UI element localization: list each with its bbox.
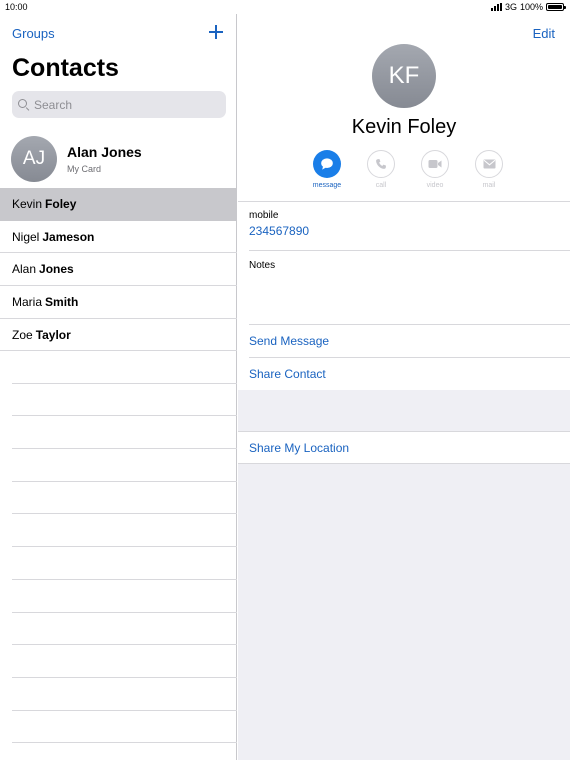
contact-detail: Edit KF Kevin Foley message call video m…: [238, 14, 570, 760]
divider: [249, 250, 570, 251]
contact-fields: mobile 234567890 Notes Send Message Shar…: [238, 202, 570, 390]
contacts-sidebar: Groups Contacts AJ Alan Jones My Card Ke…: [0, 14, 237, 760]
contact-row[interactable]: Maria Smith: [0, 286, 237, 319]
video-button[interactable]: video: [410, 150, 460, 189]
search-input[interactable]: [34, 97, 214, 112]
contact-last-name: Foley: [45, 196, 77, 211]
contact-row[interactable]: Zoe Taylor: [0, 319, 237, 352]
message-icon: [313, 150, 341, 178]
message-button[interactable]: message: [302, 150, 352, 189]
status-bar: 10:00 3G 100%: [0, 0, 570, 14]
contact-list: Kevin Foley Nigel Jameson Alan Jones Mar…: [0, 188, 237, 352]
notes-field[interactable]: [249, 274, 559, 314]
mail-label: mail: [482, 182, 496, 189]
contact-last-name: Jameson: [42, 229, 95, 244]
phone-icon: [367, 150, 395, 178]
divider: [249, 324, 570, 325]
avatar: AJ: [11, 136, 57, 182]
contact-first-name: Kevin: [12, 196, 43, 211]
signal-icon: [490, 3, 502, 11]
send-message-button[interactable]: Send Message: [249, 334, 329, 348]
share-location-button[interactable]: Share My Location: [238, 431, 570, 464]
video-icon: [421, 150, 449, 178]
avatar: KF: [372, 44, 436, 108]
my-card[interactable]: AJ Alan Jones My Card: [0, 132, 237, 188]
contact-row[interactable]: Alan Jones: [0, 253, 237, 287]
call-label: call: [375, 182, 387, 189]
message-label: message: [312, 182, 342, 189]
contact-name: Kevin Foley: [351, 116, 457, 138]
edit-button[interactable]: Edit: [533, 26, 555, 41]
contact-first-name: Alan: [12, 262, 37, 277]
contact-first-name: Zoe: [12, 327, 33, 342]
groups-button[interactable]: Groups: [12, 26, 55, 41]
contact-row[interactable]: Kevin Foley: [0, 188, 237, 221]
contact-first-name: Nigel: [12, 229, 40, 244]
contact-last-name: Jones: [39, 262, 74, 277]
contact-last-name: Smith: [45, 294, 79, 309]
my-card-name: Alan Jones: [67, 144, 142, 160]
my-card-subtitle: My Card: [67, 164, 102, 174]
add-contact-button[interactable]: [207, 23, 225, 41]
notes-label: Notes: [249, 260, 276, 271]
contact-row[interactable]: Nigel Jameson: [0, 221, 237, 254]
contact-first-name: Maria: [12, 294, 43, 309]
call-button[interactable]: call: [356, 150, 406, 189]
search-bar[interactable]: [12, 91, 226, 118]
phone-field[interactable]: mobile 234567890: [249, 210, 309, 238]
share-contact-button[interactable]: Share Contact: [249, 367, 326, 381]
phone-number[interactable]: 234567890: [249, 224, 309, 238]
video-label: video: [426, 182, 444, 189]
search-icon: [18, 98, 30, 111]
detail-header: Edit KF Kevin Foley message call video m…: [238, 14, 570, 202]
page-title: Contacts: [12, 54, 119, 82]
status-time: 10:00: [5, 2, 28, 12]
contact-last-name: Taylor: [35, 327, 71, 342]
status-indicators: 3G 100%: [490, 2, 566, 12]
mail-icon: [475, 150, 503, 178]
action-buttons: message call video mail: [302, 150, 514, 189]
battery-icon: [546, 3, 566, 11]
mail-button[interactable]: mail: [464, 150, 514, 189]
phone-label: mobile: [249, 210, 279, 221]
battery-percent: 100%: [519, 2, 543, 12]
empty-list-rows: [12, 351, 237, 744]
network-type: 3G: [504, 2, 517, 12]
divider: [249, 357, 570, 358]
